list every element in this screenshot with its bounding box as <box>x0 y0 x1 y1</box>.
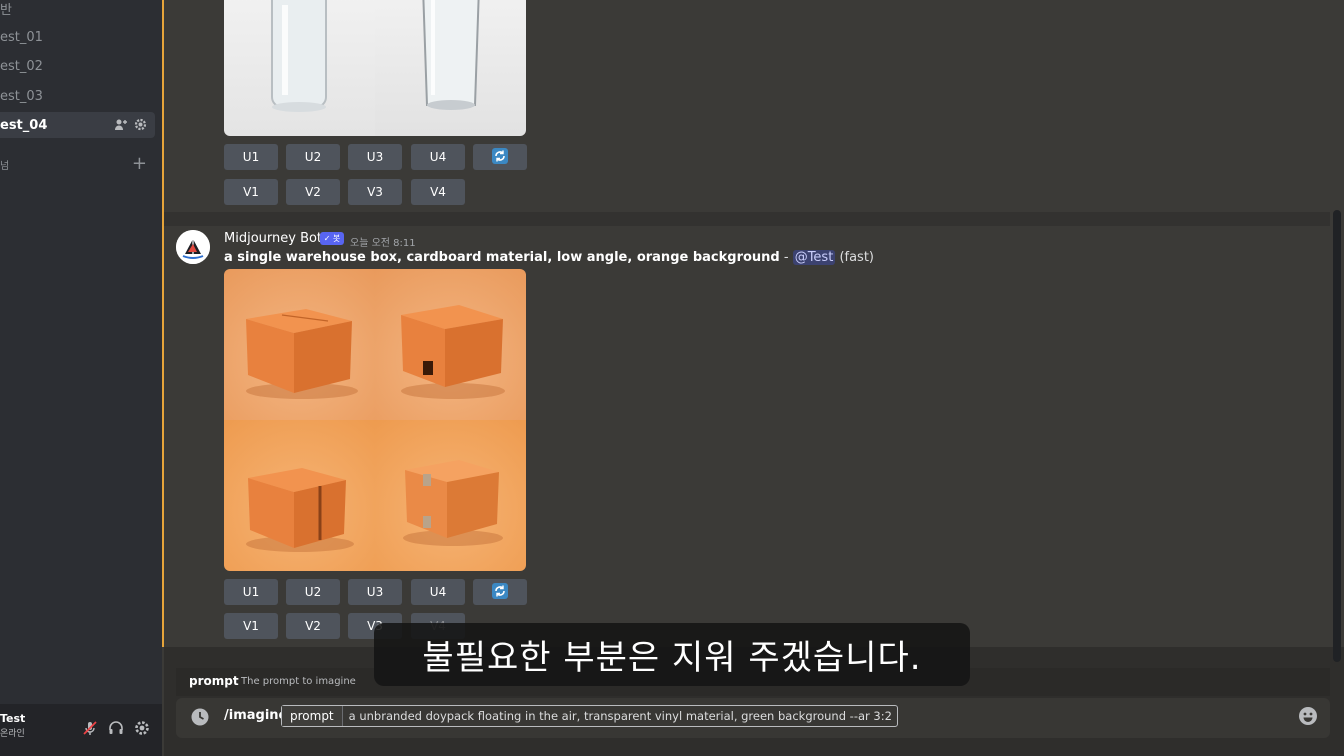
channel-category[interactable]: 넘 + <box>0 154 155 174</box>
mute-microphone-icon[interactable] <box>82 720 98 740</box>
image-tile-box-3[interactable] <box>224 420 375 571</box>
channel-item-est-01[interactable]: est_01 <box>0 24 155 50</box>
bot-badge: ✓ 봇 <box>320 232 344 245</box>
upscale-button-1[interactable]: U1 <box>224 144 278 170</box>
slash-command-name: /imagine <box>224 708 288 723</box>
upscale-button-2[interactable]: U2 <box>286 144 340 170</box>
clock-icon[interactable] <box>190 707 210 731</box>
image-grid-boxes[interactable] <box>224 269 526 571</box>
button-label: U1 <box>242 150 260 164</box>
upscale-button-2[interactable]: U2 <box>286 579 340 605</box>
user-panel: Test 온라인 <box>0 704 162 756</box>
headphones-icon[interactable] <box>108 720 124 740</box>
button-label: U4 <box>429 150 447 164</box>
message-content: a single warehouse box, cardboard materi… <box>224 250 874 265</box>
upscale-button-4[interactable]: U4 <box>411 144 465 170</box>
channel-sidebar: 반 est_01 est_02 est_03 est_04 넘 + Test 온… <box>0 0 162 756</box>
user-mention[interactable]: @Test <box>792 250 836 265</box>
channel-label: est_02 <box>0 58 43 74</box>
prompt-text: a single warehouse box, cardboard materi… <box>224 250 780 265</box>
option-hint-name: prompt <box>189 674 239 688</box>
variation-button-2[interactable]: V2 <box>286 179 340 205</box>
separator-text: - <box>779 250 793 265</box>
button-label: V1 <box>243 619 259 633</box>
channel-item-est-04[interactable]: est_04 <box>0 112 155 138</box>
chat-scrollbar[interactable] <box>1333 210 1341 662</box>
bot-avatar[interactable] <box>176 230 210 264</box>
image-grid-glasses[interactable] <box>224 0 526 136</box>
variation-button-3[interactable]: V3 <box>348 179 402 205</box>
invite-user-icon[interactable] <box>114 118 128 135</box>
mode-text: (fast) <box>835 250 875 265</box>
channel-settings-icon[interactable] <box>134 118 147 135</box>
button-label: V3 <box>367 185 383 199</box>
prompt-option-field[interactable]: prompt a unbranded doypack floating in t… <box>281 705 898 727</box>
button-label: U4 <box>429 585 447 599</box>
prompt-option-value[interactable]: a unbranded doypack floating in the air,… <box>343 709 892 723</box>
image-tile-box-2[interactable] <box>375 269 526 420</box>
reroll-button[interactable] <box>473 579 527 605</box>
upscale-button-3[interactable]: U3 <box>348 144 402 170</box>
add-channel-icon[interactable]: + <box>132 154 147 174</box>
message-timestamp: 오늘 오전 8:11 <box>350 238 416 249</box>
variation-button-1[interactable]: V1 <box>224 179 278 205</box>
image-tile-glass[interactable] <box>375 0 526 136</box>
reroll-button[interactable] <box>473 144 527 170</box>
channel-item-partial[interactable]: 반 <box>0 0 155 21</box>
channel-item-est-03[interactable]: est_03 <box>0 83 155 109</box>
channel-label: est_04 <box>0 117 48 133</box>
image-tile-box-1[interactable] <box>224 269 375 420</box>
button-label: V2 <box>305 185 321 199</box>
variation-button-4[interactable]: V4 <box>411 179 465 205</box>
button-label: V4 <box>430 185 446 199</box>
user-name: Test <box>0 712 26 725</box>
category-label: 넘 <box>0 161 10 172</box>
upscale-button-3[interactable]: U3 <box>348 579 402 605</box>
upscale-button-4[interactable]: U4 <box>411 579 465 605</box>
message-author[interactable]: Midjourney Bot <box>224 231 322 246</box>
video-subtitle: 불필요한 부분은 지워 주겠습니다. <box>374 623 970 686</box>
emoji-picker-icon[interactable] <box>1298 706 1318 730</box>
variation-button-1[interactable]: V1 <box>224 613 278 639</box>
reroll-icon <box>492 582 508 602</box>
image-tile-box-4[interactable] <box>375 420 526 571</box>
button-label: U3 <box>366 585 384 599</box>
channel-label: 반 <box>0 2 12 18</box>
reroll-icon <box>492 147 508 167</box>
upscale-button-1[interactable]: U1 <box>224 579 278 605</box>
button-label: U1 <box>242 585 260 599</box>
channel-label: est_03 <box>0 88 43 104</box>
channel-label: est_01 <box>0 29 43 45</box>
button-label: U3 <box>366 150 384 164</box>
button-label: U2 <box>304 585 322 599</box>
variation-button-2[interactable]: V2 <box>286 613 340 639</box>
option-hint-description: The prompt to imagine <box>241 676 356 687</box>
button-label: V1 <box>243 185 259 199</box>
message-divider <box>164 212 1330 226</box>
user-settings-icon[interactable] <box>134 720 150 740</box>
channel-item-est-02[interactable]: est_02 <box>0 53 155 79</box>
button-label: V2 <box>305 619 321 633</box>
image-tile-can[interactable] <box>224 0 375 136</box>
button-label: U2 <box>304 150 322 164</box>
discord-app: 반 est_01 est_02 est_03 est_04 넘 + Test 온… <box>0 0 1344 756</box>
prompt-option-label: prompt <box>282 706 343 726</box>
user-status: 온라인 <box>0 729 25 739</box>
